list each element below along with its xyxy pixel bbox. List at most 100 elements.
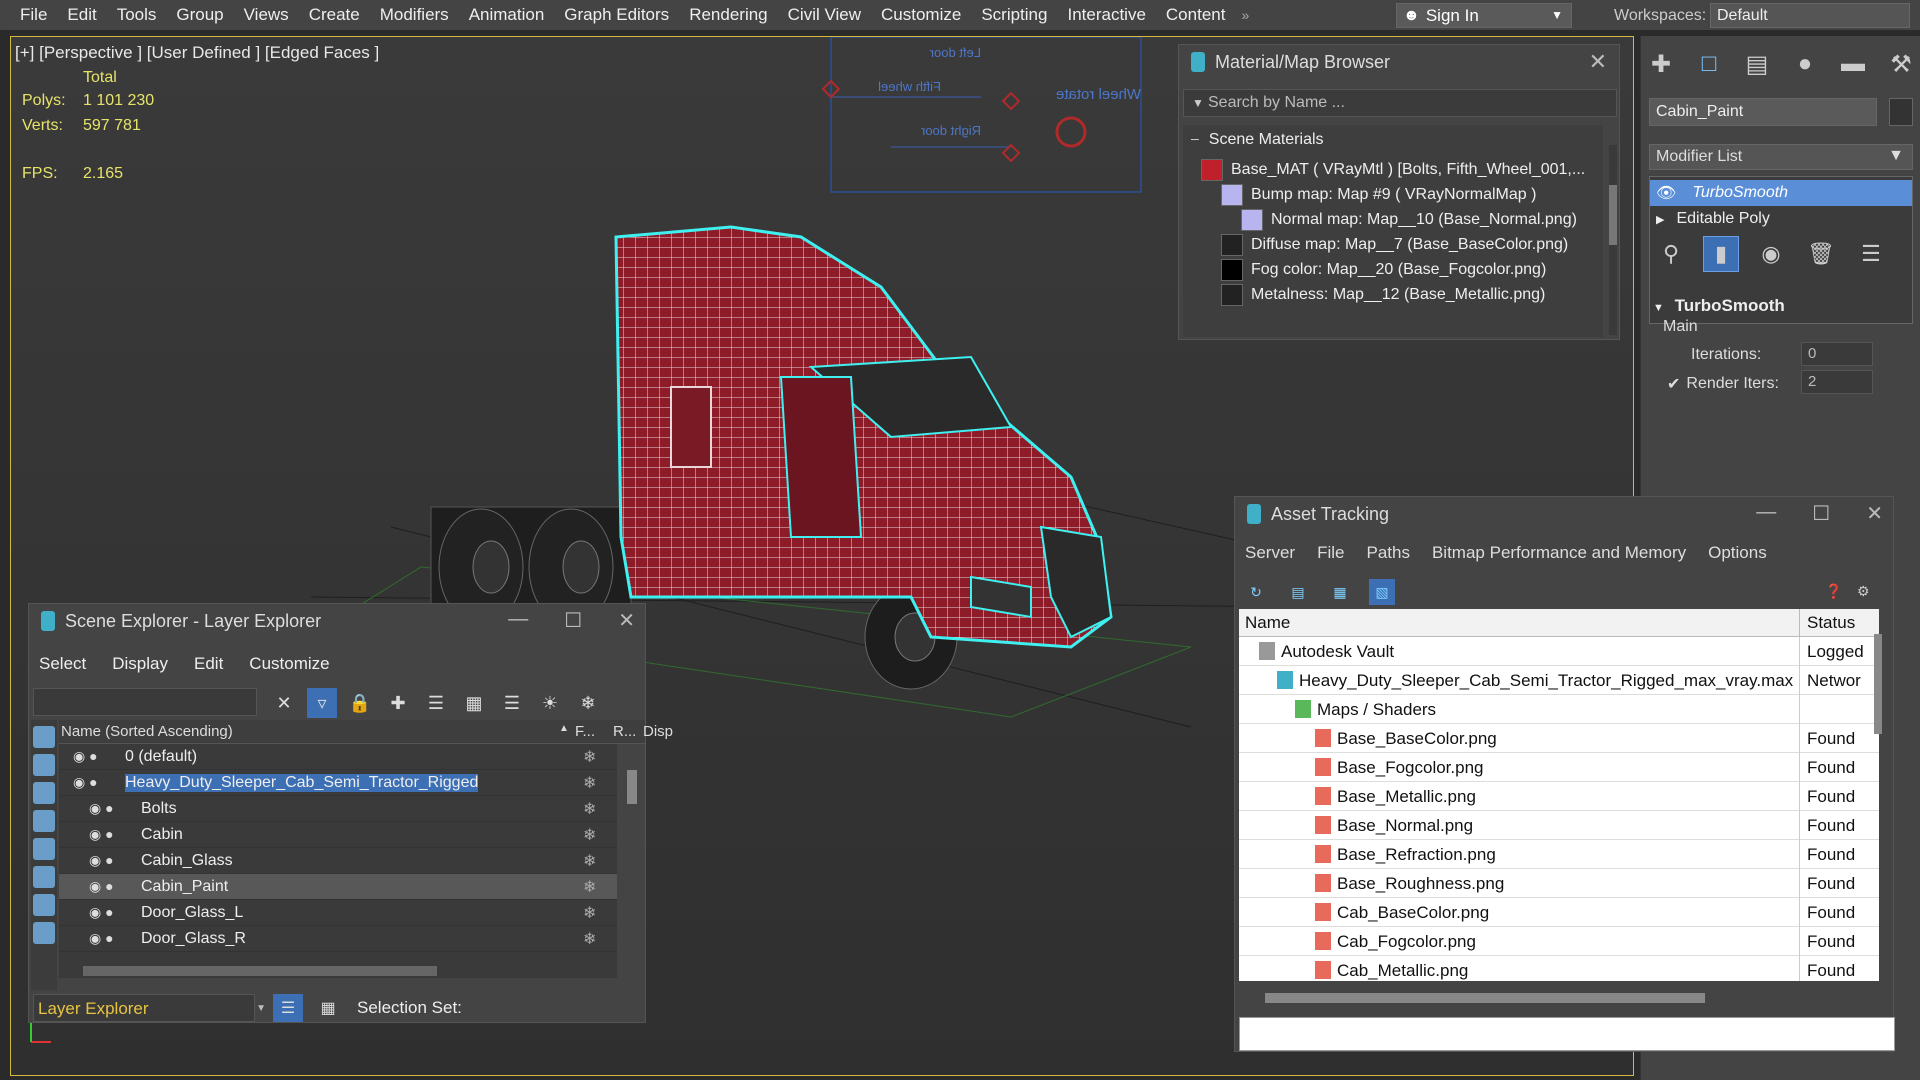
scene-explorer-hscroll[interactable] bbox=[83, 966, 437, 976]
freeze-icon[interactable]: ❄ bbox=[573, 688, 603, 718]
se-menu-select[interactable]: Select bbox=[39, 654, 86, 674]
turbosmooth-rollout-header[interactable]: ▼ TurboSmooth bbox=[1653, 296, 1785, 316]
workspace-select[interactable]: Default bbox=[1710, 3, 1910, 28]
visibility-eye-icon[interactable]: ◉ ● bbox=[73, 774, 98, 791]
pin-stack-icon[interactable]: ⚲ bbox=[1653, 236, 1689, 272]
table-row[interactable]: Cab_Metallic.png Found bbox=[1239, 956, 1879, 981]
close-icon[interactable]: ✕ bbox=[1589, 49, 1607, 75]
table-row[interactable]: Base_Fogcolor.png Found bbox=[1239, 753, 1879, 782]
render-iters-spinner[interactable]: 2 bbox=[1801, 370, 1873, 394]
filter-icon[interactable]: ▿ bbox=[307, 688, 337, 718]
table-row[interactable]: Cab_Fogcolor.png Found bbox=[1239, 927, 1879, 956]
table-row[interactable]: ◉ ● Cabin_Paint ❄ bbox=[59, 874, 617, 900]
create-tab-icon[interactable]: ✚ bbox=[1647, 50, 1675, 79]
at-menu-options[interactable]: Options bbox=[1708, 543, 1767, 563]
object-color-swatch[interactable] bbox=[1889, 98, 1913, 126]
se-menu-customize[interactable]: Customize bbox=[249, 654, 329, 674]
freeze-toggle-icon[interactable]: ❄ bbox=[583, 903, 596, 923]
explorer-type-dropdown[interactable]: Layer Explorer ▼ bbox=[33, 994, 266, 1022]
table-row[interactable]: Cab_BaseColor.png Found bbox=[1239, 898, 1879, 927]
geometry-filter-icon[interactable] bbox=[33, 726, 55, 748]
highlight-icon[interactable]: ☀ bbox=[535, 688, 565, 718]
column-status-header[interactable]: Status bbox=[1807, 613, 1855, 633]
viewport-label[interactable]: [+] [Perspective ] [User Defined ] [Edge… bbox=[15, 43, 379, 63]
table-row[interactable]: Base_Refraction.png Found bbox=[1239, 840, 1879, 869]
scene-materials-group[interactable]: ─ Scene Materials bbox=[1191, 125, 1324, 155]
scene-explorer-filter-input[interactable] bbox=[33, 688, 257, 716]
layers-icon[interactable]: ☰ bbox=[497, 688, 527, 718]
freeze-toggle-icon[interactable]: ❄ bbox=[583, 773, 596, 793]
visibility-eye-icon[interactable]: ◉ ● bbox=[89, 878, 114, 895]
material-scrollbar[interactable] bbox=[1609, 145, 1617, 335]
table-row[interactable]: ◉ ● Heavy_Duty_Sleeper_Cab_Semi_Tractor_R… bbox=[59, 770, 617, 796]
table-row[interactable]: ◉ ● Cabin_Glass ❄ bbox=[59, 848, 617, 874]
visibility-eye-icon[interactable]: ◉ ● bbox=[89, 930, 114, 947]
shapes-filter-icon[interactable] bbox=[33, 754, 55, 776]
table-row[interactable]: Base_Normal.png Found bbox=[1239, 811, 1879, 840]
menu-create[interactable]: Create bbox=[299, 5, 370, 25]
layers-stack-icon[interactable]: ☰ bbox=[421, 688, 451, 718]
maximize-icon[interactable]: ☐ bbox=[1812, 501, 1830, 526]
show-end-result-icon[interactable]: ▮ bbox=[1703, 236, 1739, 272]
at-menu-bitmap-performance-and-memory[interactable]: Bitmap Performance and Memory bbox=[1432, 543, 1686, 563]
menu-scripting[interactable]: Scripting bbox=[971, 5, 1057, 25]
helpers-filter-icon[interactable] bbox=[33, 838, 55, 860]
freeze-toggle-icon[interactable]: ❄ bbox=[583, 929, 596, 949]
close-icon[interactable]: ✕ bbox=[1866, 501, 1883, 526]
modifier-list-dropdown[interactable]: Modifier List ▼ bbox=[1649, 144, 1913, 170]
material-row[interactable]: Metalness: Map__12 (Base_Metallic.png) bbox=[1221, 280, 1545, 310]
material-browser-titlebar[interactable]: Material/Map Browser ✕ bbox=[1179, 45, 1619, 79]
object-name-field[interactable]: Cabin_Paint bbox=[1649, 98, 1877, 126]
lights-filter-icon[interactable] bbox=[33, 782, 55, 804]
freeze-toggle-icon[interactable]: ❄ bbox=[583, 877, 596, 897]
configure-modifier-sets-icon[interactable]: ☰ bbox=[1853, 236, 1889, 272]
stack-item-turbosmooth[interactable]: 👁 TurboSmooth bbox=[1650, 180, 1912, 206]
visibility-eye-icon[interactable]: ◉ ● bbox=[89, 852, 114, 869]
menu-animation[interactable]: Animation bbox=[459, 5, 555, 25]
column-display-header[interactable]: Disp bbox=[643, 723, 673, 740]
freeze-toggle-icon[interactable]: ❄ bbox=[583, 747, 596, 767]
asset-table-vscroll[interactable] bbox=[1874, 634, 1882, 734]
menu-file[interactable]: File bbox=[0, 5, 57, 25]
visibility-eye-icon[interactable]: ◉ ● bbox=[89, 826, 114, 843]
table-row[interactable]: ◉ ● Door_Glass_L ❄ bbox=[59, 900, 617, 926]
close-icon[interactable]: ✕ bbox=[618, 608, 635, 633]
menu-edit[interactable]: Edit bbox=[57, 5, 106, 25]
asset-table-hscroll[interactable] bbox=[1265, 993, 1705, 1003]
menu-modifiers[interactable]: Modifiers bbox=[370, 5, 459, 25]
at-menu-file[interactable]: File bbox=[1317, 543, 1344, 563]
hierarchy-toggle-icon[interactable]: ▦ bbox=[313, 994, 343, 1022]
column-freeze-header[interactable]: F... bbox=[575, 723, 595, 740]
stack-item-editable-poly[interactable]: ▶ Editable Poly bbox=[1650, 206, 1912, 232]
table-row[interactable]: ◉ ● Bolts ❄ bbox=[59, 796, 617, 822]
clear-filter-icon[interactable]: ✕ bbox=[269, 688, 299, 718]
utilities-tab-icon[interactable]: ⚒ bbox=[1887, 50, 1915, 79]
table-row[interactable]: Base_Metallic.png Found bbox=[1239, 782, 1879, 811]
visibility-eye-icon[interactable]: ◉ ● bbox=[89, 904, 114, 921]
table-row[interactable]: ◉ ● 0 (default) ❄ bbox=[59, 744, 617, 770]
display-tab-icon[interactable]: ▬ bbox=[1839, 50, 1867, 79]
freeze-toggle-icon[interactable]: ❄ bbox=[583, 851, 596, 871]
sign-in-button[interactable]: ☻ Sign In ▼ bbox=[1396, 3, 1572, 28]
trash-icon[interactable]: 🗑 bbox=[1803, 236, 1839, 272]
material-search-input[interactable]: ▼ Search by Name ... bbox=[1183, 89, 1617, 117]
column-render-header[interactable]: R... bbox=[613, 723, 636, 740]
spacewarps-filter-icon[interactable] bbox=[33, 866, 55, 888]
hierarchy-tab-icon[interactable]: ▤ bbox=[1743, 50, 1771, 79]
minimize-icon[interactable]: — bbox=[508, 608, 528, 633]
table-row[interactable]: Maps / Shaders bbox=[1239, 695, 1879, 724]
table-view-icon[interactable]: ▦ bbox=[1327, 579, 1353, 605]
table-row[interactable]: Base_BaseColor.png Found bbox=[1239, 724, 1879, 753]
menu-overflow-icon[interactable]: » bbox=[1235, 7, 1255, 23]
menu-customize[interactable]: Customize bbox=[871, 5, 971, 25]
menu-tools[interactable]: Tools bbox=[107, 5, 167, 25]
visibility-eye-icon[interactable]: ◉ ● bbox=[73, 748, 98, 765]
render-iters-checkbox[interactable]: ✔ bbox=[1667, 374, 1680, 394]
menu-civil-view[interactable]: Civil View bbox=[778, 5, 871, 25]
scene-explorer-titlebar[interactable]: Scene Explorer - Layer Explorer — ☐ ✕ bbox=[29, 604, 645, 638]
table-row[interactable]: Base_Roughness.png Found bbox=[1239, 869, 1879, 898]
table-row[interactable]: ◉ ● Cabin ❄ bbox=[59, 822, 617, 848]
asset-path-field[interactable] bbox=[1239, 1017, 1895, 1051]
list-view-icon[interactable]: ▤ bbox=[1285, 579, 1311, 605]
freeze-toggle-icon[interactable]: ❄ bbox=[583, 825, 596, 845]
